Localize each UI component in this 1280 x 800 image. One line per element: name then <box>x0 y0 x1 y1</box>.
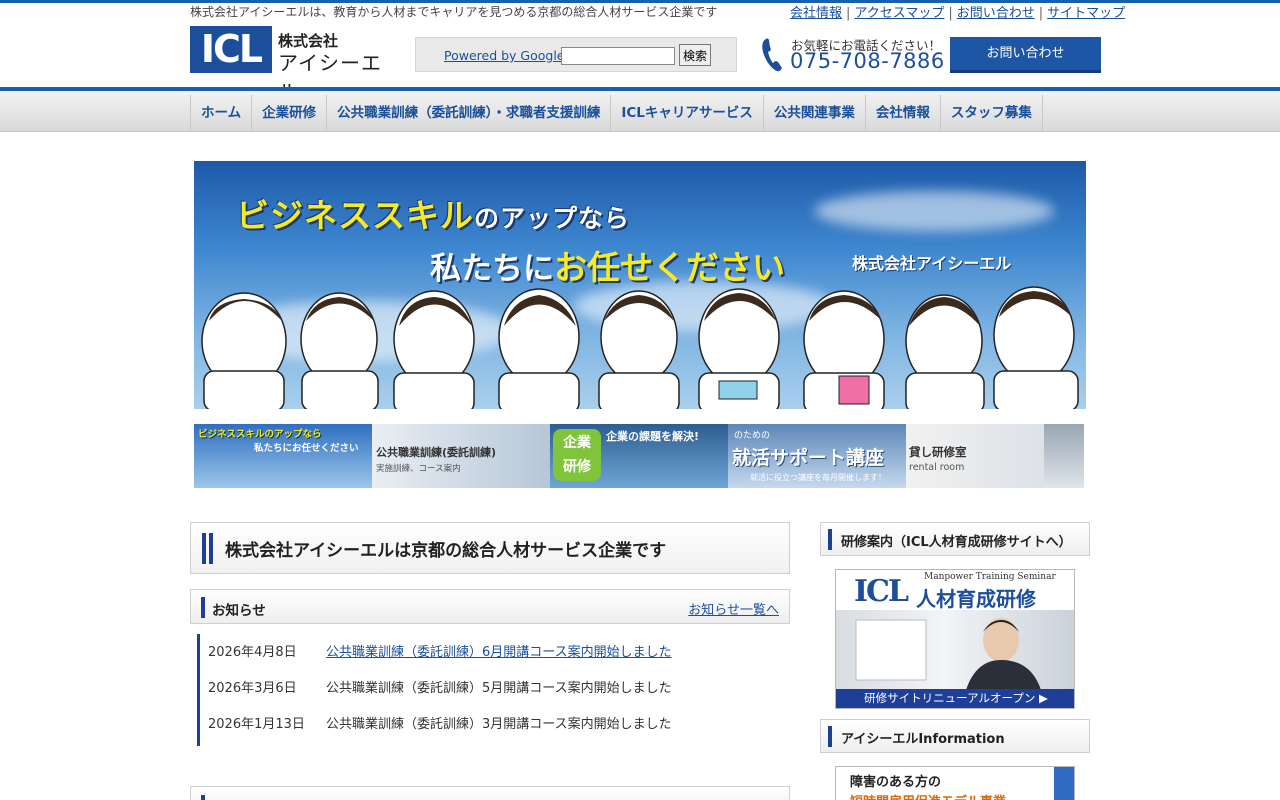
nav-public-vocational-training[interactable]: 公共職業訓練（委託訓練）・求職者支援訓練 <box>326 95 610 132</box>
global-nav-bar: ホーム 企業研修 公共職業訓練（委託訓練）・求職者支援訓練 ICLキャリアサービ… <box>0 87 1280 132</box>
news-date: 2026年1月13日 <box>208 717 305 732</box>
site-tagline: 株式会社アイシーエルは、教育から人材までキャリアを見つめる京都の総合人材サービス… <box>190 5 718 19</box>
news-heading: お知らせ お知らせ一覧へ <box>190 589 790 624</box>
news-item: 2026年3月6日 公共職業訓練（委託訓練）5月開講コース案内開始しました <box>205 677 785 697</box>
nav-staff-recruitment[interactable]: スタッフ募集 <box>939 95 1043 132</box>
link-company-info[interactable]: 会社情報 <box>790 6 842 21</box>
banner-business-skills[interactable]: ビジネススキルのアップなら 私たちにお任せください <box>194 424 372 488</box>
corporate-training-badge: 企業 研修 <box>553 429 601 481</box>
link-contact[interactable]: お問い合わせ <box>957 6 1035 21</box>
next-section-heading <box>190 786 790 800</box>
news-item: 2026年1月13日 公共職業訓練（委託訓練）3月開講コース案内開始しました <box>205 713 785 733</box>
main-section-heading: 株式会社アイシーエルは京都の総合人材サービス企業です <box>190 522 790 574</box>
logo-mark: ICL <box>190 26 272 73</box>
nav-home[interactable]: ホーム <box>190 95 251 132</box>
training-banner-footer: 研修サイトリニューアルオープン ▶ <box>836 689 1074 708</box>
hero-banner: ビジネススキルのアップなら 私たちにお任せください 株式会社アイシーエル <box>194 161 1086 409</box>
training-site-banner[interactable]: ICL Manpower Training Seminar 人材育成研修 研修サ… <box>835 569 1075 709</box>
news-heading-text: お知らせ <box>212 603 266 619</box>
news-date: 2026年3月6日 <box>208 681 297 696</box>
nav-icl-career-service[interactable]: ICLキャリアサービス <box>610 95 763 132</box>
feature-banners: ビジネススキルのアップなら 私たちにお任せください 公共職業訓練(委託訓練) 実… <box>194 424 1084 488</box>
phone-number[interactable]: 075-708-7886 <box>790 49 945 73</box>
utility-links: 会社情報 | アクセスマップ | お問い合わせ | サイトマップ <box>790 6 1126 21</box>
disability-employment-banner[interactable]: 障害のある方の 短時間雇用促進モデル事業 <box>835 766 1075 800</box>
news-list: 2026年4月8日 公共職業訓練（委託訓練）6月開講コース案内開始しました 20… <box>197 634 790 746</box>
rental-room-photo <box>1044 424 1084 488</box>
nav-public-projects[interactable]: 公共関連事業 <box>762 95 865 132</box>
main-heading-text: 株式会社アイシーエルは京都の総合人材サービス企業です <box>225 541 667 561</box>
news-date: 2026年4月8日 <box>208 645 297 660</box>
hero-company-name: 株式会社アイシーエル <box>852 254 1012 273</box>
powered-by-google-link[interactable]: Powered by Google <box>444 48 565 63</box>
training-info-heading: 研修案内（ICL人材育成研修サイトへ） <box>820 522 1090 556</box>
news-item: 2026年4月8日 公共職業訓練（委託訓練）6月開講コース案内開始しました <box>205 641 785 661</box>
site-logo[interactable]: ICL 株式会社 アイシーエル <box>190 26 400 104</box>
nav-corporate-training[interactable]: 企業研修 <box>251 95 326 132</box>
training-banner-photo <box>836 610 1074 690</box>
news-title: 公共職業訓練（委託訓練）3月開講コース案内開始しました <box>326 717 672 732</box>
hero-headline-line1: ビジネススキルのアップなら <box>236 196 631 235</box>
training-banner-logo: ICL <box>854 574 909 609</box>
link-access-map[interactable]: アクセスマップ <box>854 6 944 21</box>
link-sitemap[interactable]: サイトマップ <box>1047 6 1125 21</box>
news-title: 公共職業訓練（委託訓練）5月開講コース案内開始しました <box>326 681 672 696</box>
phone-icon <box>762 38 782 72</box>
banner-corporate-training[interactable]: 企業 研修 企業の課題を解決! <box>550 424 728 488</box>
nav-company-info[interactable]: 会社情報 <box>864 95 940 132</box>
banner-public-vocational-training[interactable]: 公共職業訓練(委託訓練) 実施訓練、コース案内 <box>372 424 550 488</box>
news-list-link[interactable]: お知らせ一覧へ <box>688 599 779 618</box>
global-nav: ホーム 企業研修 公共職業訓練（委託訓練）・求職者支援訓練 ICLキャリアサービ… <box>190 95 1043 132</box>
staff-illustrations-image <box>201 286 1079 409</box>
contact-button[interactable]: お問い合わせ <box>950 37 1101 73</box>
banner-job-hunting-support[interactable]: のための 就活サポート講座 就活に役立つ講座を毎月開催します！ <box>728 424 906 488</box>
search-button[interactable]: 検索 <box>679 44 711 66</box>
search-input[interactable] <box>561 47 675 65</box>
icl-information-heading: アイシーエルInformation <box>820 719 1090 753</box>
site-search: Powered by Google 検索 <box>415 37 737 72</box>
news-title-link[interactable]: 公共職業訓練（委託訓練）6月開講コース案内開始しました <box>326 641 672 660</box>
banner-rental-room[interactable]: 貸し研修室 rental room <box>906 424 1084 488</box>
